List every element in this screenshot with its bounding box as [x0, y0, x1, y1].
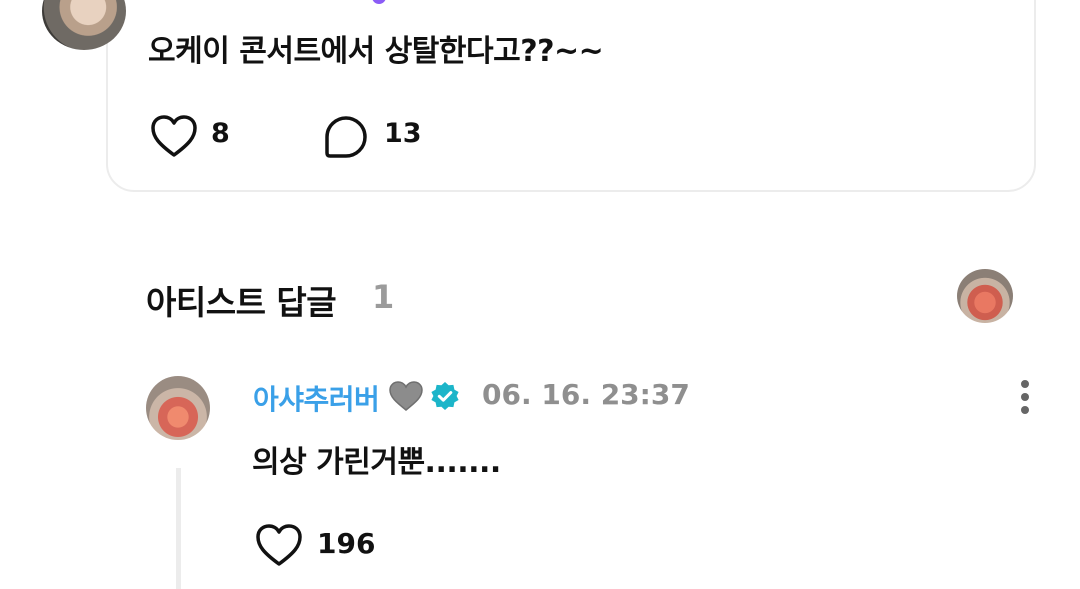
comment-bubble-icon[interactable]	[323, 114, 369, 160]
more-vertical-icon[interactable]	[1016, 380, 1034, 414]
post-text: 오케이 콘서트에서 상탈한다고??~~	[148, 34, 604, 69]
artist-avatar[interactable]	[957, 269, 1013, 323]
verified-badge-icon	[431, 382, 459, 410]
heart-outline-icon[interactable]	[149, 113, 199, 159]
reply-like-count: 196	[317, 527, 376, 560]
artist-replies-title: 아티스트 답글	[146, 283, 337, 322]
reply-author-name[interactable]: 아샤추러버	[253, 378, 380, 418]
reply-author-avatar[interactable]	[146, 376, 210, 440]
reply-text: 의상 가린거뿐.......	[252, 445, 501, 480]
post-like-count: 8	[211, 118, 230, 149]
gray-heart-icon	[389, 381, 423, 411]
artist-replies-count: 1	[372, 278, 395, 316]
reply-timestamp: 06. 16. 23:37	[482, 378, 690, 411]
heart-outline-icon[interactable]	[254, 522, 304, 568]
post-comment-count: 13	[384, 118, 422, 149]
thread-line	[176, 468, 181, 589]
